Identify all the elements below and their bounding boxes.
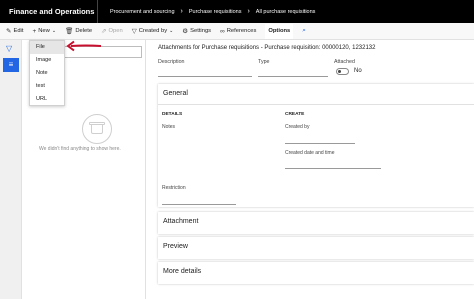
details-header: DETAILS bbox=[162, 112, 183, 117]
attached-toggle[interactable] bbox=[336, 68, 349, 75]
description-field[interactable] bbox=[158, 76, 252, 77]
divider bbox=[158, 104, 474, 105]
gear-icon: ⚙ bbox=[182, 28, 189, 35]
link-icon: ∞ bbox=[220, 27, 225, 35]
restriction-field[interactable] bbox=[162, 204, 236, 205]
app-title[interactable]: Finance and Operations bbox=[0, 0, 98, 23]
trash-icon: 🗑 bbox=[65, 28, 74, 35]
more-details-section[interactable]: More details bbox=[158, 262, 474, 284]
top-bar: Finance and Operations Procurement and s… bbox=[0, 0, 474, 23]
created-by-filter-button[interactable]: ▽ Created by ⌄ bbox=[132, 27, 174, 35]
settings-button[interactable]: ⚙ Settings bbox=[182, 27, 211, 35]
red-arrow-annotation bbox=[66, 40, 102, 52]
page-title: Attachments for Purchase requisitions - … bbox=[158, 45, 376, 51]
references-label: References bbox=[226, 28, 257, 34]
plus-icon: + bbox=[32, 27, 37, 35]
pencil-icon: ✎ bbox=[6, 28, 12, 35]
preview-section[interactable]: Preview bbox=[158, 237, 474, 259]
chevron-right-icon: › bbox=[247, 8, 250, 15]
list-icon[interactable]: ≡ bbox=[3, 58, 19, 72]
type-field[interactable] bbox=[258, 76, 328, 77]
created-by-label: Created by bbox=[138, 28, 168, 34]
action-pane: ✎ Edit + New ⌄ 🗑 Delete ⇗ Open ▽ Created… bbox=[0, 23, 474, 40]
new-button[interactable]: + New ⌄ bbox=[32, 28, 56, 35]
filter-icon[interactable]: ▽ bbox=[6, 44, 12, 53]
created-by-label: Created by bbox=[285, 124, 310, 130]
open-icon: ⇗ bbox=[101, 28, 107, 35]
details-pane: Attachments for Purchase requisitions - … bbox=[152, 40, 474, 299]
created-date-label: Created date and time bbox=[285, 150, 335, 156]
menu-item-test[interactable]: test bbox=[30, 80, 64, 93]
edit-button[interactable]: ✎ Edit bbox=[6, 27, 23, 35]
left-nav: ▽ ≡ bbox=[0, 40, 22, 299]
general-title[interactable]: General bbox=[163, 90, 188, 97]
empty-state-text: We didn't find anything to show here. bbox=[39, 146, 121, 152]
open-button[interactable]: ⇗ Open bbox=[101, 27, 123, 35]
new-label: New bbox=[38, 28, 50, 34]
more-details-title: More details bbox=[163, 268, 202, 275]
menu-item-note[interactable]: Note bbox=[30, 67, 64, 80]
menu-item-url[interactable]: URL bbox=[30, 93, 64, 106]
preview-title: Preview bbox=[163, 243, 188, 250]
delete-label: Delete bbox=[75, 28, 93, 34]
new-dropdown-menu: File Image Note test URL bbox=[29, 40, 65, 106]
breadcrumb-item[interactable]: All purchase requisitions bbox=[256, 9, 316, 15]
general-section: General DETAILS CREATE Notes Created by … bbox=[158, 84, 474, 207]
menu-item-image[interactable]: Image bbox=[30, 54, 64, 67]
chevron-right-icon: › bbox=[180, 8, 183, 15]
settings-label: Settings bbox=[190, 28, 212, 34]
create-header: CREATE bbox=[285, 112, 305, 117]
type-label: Type bbox=[258, 59, 270, 65]
menu-item-file[interactable]: File bbox=[30, 41, 64, 54]
attached-value: No bbox=[354, 68, 362, 74]
open-label: Open bbox=[108, 28, 123, 34]
created-date-field bbox=[285, 168, 381, 169]
created-by-field bbox=[285, 143, 355, 144]
restriction-label: Restriction bbox=[162, 185, 186, 191]
search-icon: ⌕ bbox=[302, 27, 306, 34]
references-button[interactable]: ∞ References bbox=[220, 28, 256, 35]
attachment-title: Attachment bbox=[163, 218, 199, 225]
attachment-section[interactable]: Attachment bbox=[158, 212, 474, 234]
empty-basket-icon bbox=[82, 114, 112, 144]
chevron-down-icon: ⌄ bbox=[169, 28, 174, 34]
attached-label: Attached bbox=[334, 59, 355, 65]
breadcrumb: Procurement and sourcing › Purchase requ… bbox=[98, 8, 315, 15]
options-tab[interactable]: Options bbox=[265, 23, 294, 39]
notes-label: Notes bbox=[162, 124, 176, 130]
edit-label: Edit bbox=[13, 28, 24, 34]
breadcrumb-item[interactable]: Purchase requisitions bbox=[189, 9, 242, 15]
description-label: Description bbox=[158, 59, 185, 65]
breadcrumb-item[interactable]: Procurement and sourcing bbox=[110, 9, 175, 15]
delete-button[interactable]: 🗑 Delete bbox=[65, 27, 92, 35]
search-button[interactable]: ⌕ bbox=[302, 27, 308, 35]
chevron-down-icon: ⌄ bbox=[51, 28, 57, 34]
filter-icon: ▽ bbox=[131, 28, 137, 35]
